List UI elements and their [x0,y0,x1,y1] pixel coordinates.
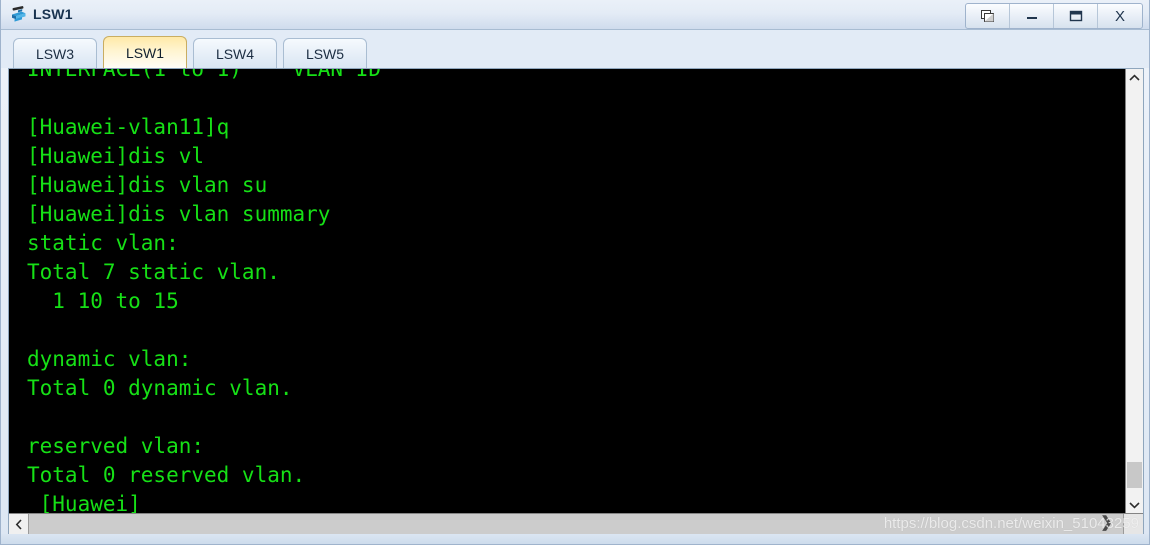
tab-label: LSW1 [125,44,165,61]
vertical-scroll-track[interactable] [1126,86,1143,496]
window-bottom-edge [1,534,1149,544]
tab-lsw3[interactable]: LSW3 [13,38,97,68]
chevron-up-icon [1129,73,1140,81]
maximize-window-button[interactable] [1054,4,1098,28]
tab-label: LSW3 [35,45,75,62]
device-cli-window: LSW1 X LSW3 LSW1 LSW4 LSW5 INTERFACE(1 t… [0,0,1150,545]
maximize-icon [1069,10,1082,22]
restore-window-button[interactable] [966,4,1010,28]
switch-icon [9,5,29,25]
vertical-scrollbar[interactable] [1125,69,1143,513]
window-controls: X [965,3,1143,29]
horizontal-scrollbar[interactable]: ❯ https://blog.csdn.net/weixin_51043259 [9,513,1143,534]
restore-icon [980,10,994,22]
terminal-screen[interactable]: INTERFACE(1 to 1) VLAN ID [Huawei-vlan11… [9,69,1125,513]
terminal-panel: INTERFACE(1 to 1) VLAN ID [Huawei-vlan11… [8,68,1144,534]
tab-label: LSW5 [305,45,345,62]
tab-label: LSW4 [215,45,255,62]
chevron-down-icon [1129,501,1140,509]
horizontal-scroll-end[interactable] [1123,514,1143,534]
window-title-bar: LSW1 X [1,0,1149,30]
minimize-window-button[interactable] [1010,4,1054,28]
tab-lsw5[interactable]: LSW5 [283,38,367,68]
tab-lsw4[interactable]: LSW4 [193,38,277,68]
device-tab-strip: LSW3 LSW1 LSW4 LSW5 [1,30,1149,68]
minimize-icon [1026,17,1037,19]
chevron-left-icon [15,518,22,530]
horizontal-scroll-track[interactable] [29,514,1123,534]
scroll-down-button[interactable] [1126,496,1143,513]
scroll-left-button[interactable] [9,514,29,534]
tab-lsw1[interactable]: LSW1 [103,36,187,68]
terminal-output: INTERFACE(1 to 1) VLAN ID [Huawei-vlan11… [27,69,382,513]
close-icon: X [1114,7,1125,25]
close-window-button[interactable]: X [1098,4,1142,28]
vertical-scroll-thumb[interactable] [1127,462,1142,488]
terminal-body: INTERFACE(1 to 1) VLAN ID [Huawei-vlan11… [9,69,1143,513]
scroll-up-button[interactable] [1126,69,1143,86]
window-title: LSW1 [33,6,73,22]
